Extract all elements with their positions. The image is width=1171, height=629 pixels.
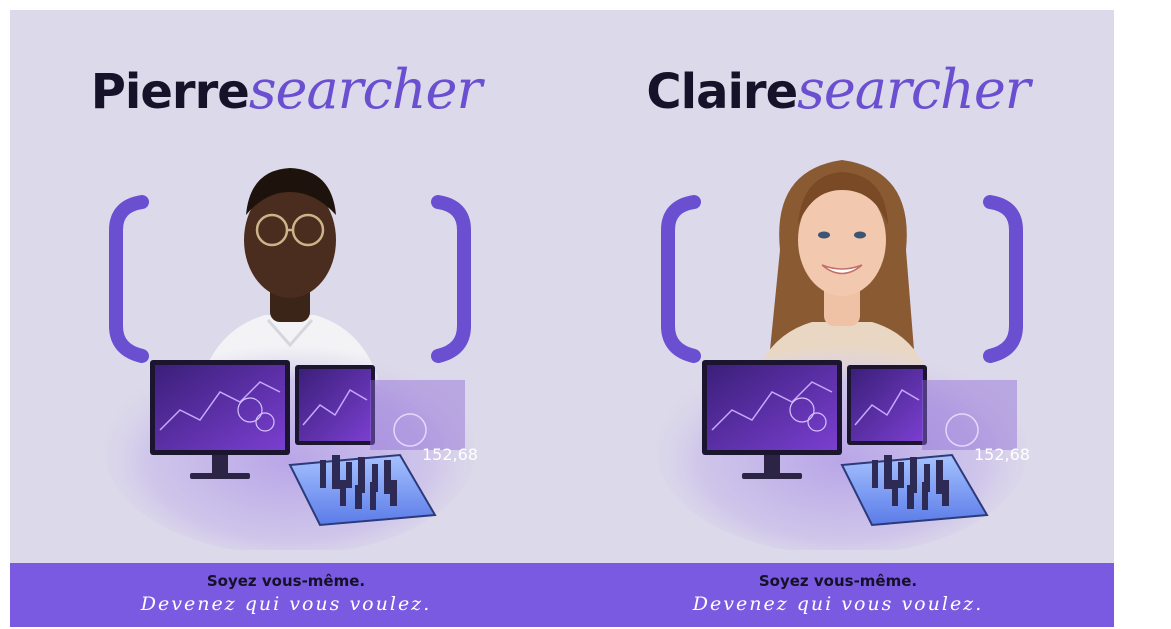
- screen-number-text: 152,68: [422, 445, 478, 464]
- right-bracket-shape: [983, 195, 1023, 363]
- title-bold-part: Claire: [646, 64, 798, 120]
- poster-clairesearcher: Clairesearcher 152,68 Soyez vous-même. D…: [562, 10, 1114, 627]
- left-bracket-shape: [109, 195, 149, 363]
- woman-researcher-illustration: 152,68: [657, 160, 1030, 550]
- right-bracket-shape: [431, 195, 471, 363]
- title-script-part: searcher: [248, 58, 482, 121]
- left-bracket-shape: [661, 195, 701, 363]
- tagline-banner: Soyez vous-même. Devenez qui vous voulez…: [562, 563, 1114, 627]
- tagline-script-text: Devenez qui vous voulez.: [692, 593, 984, 615]
- tagline-script-text: Devenez qui vous voulez.: [140, 593, 432, 615]
- poster-pierresearcher: Pierresearcher 152,68 Soyez vous-même. D…: [10, 10, 562, 627]
- tagline-text: Soyez vous-même.: [758, 572, 918, 590]
- tagline-text: Soyez vous-même.: [206, 572, 366, 590]
- title-bold-part: Pierre: [90, 64, 250, 120]
- tagline-banner: Soyez vous-même. Devenez qui vous voulez…: [10, 563, 562, 627]
- man-researcher-illustration: 152,68: [105, 168, 478, 550]
- title-script-part: searcher: [797, 58, 1030, 121]
- screen-number-text: 152,68: [974, 445, 1030, 464]
